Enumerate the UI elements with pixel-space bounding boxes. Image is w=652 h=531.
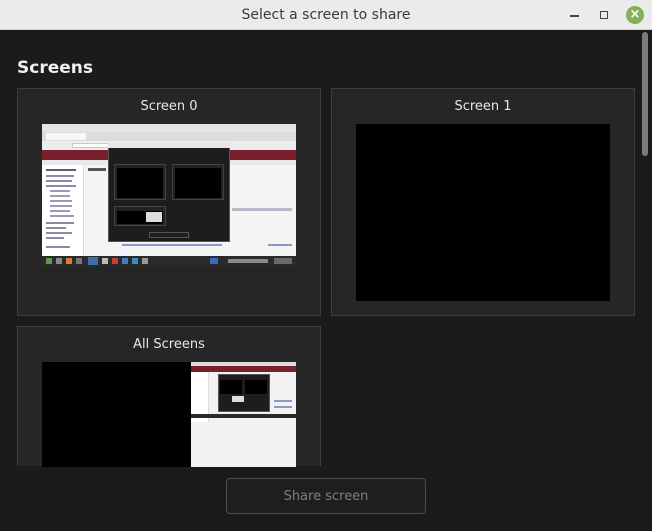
maximize-icon (600, 11, 608, 19)
titlebar: Select a screen to share × (0, 0, 652, 30)
screen-0-option[interactable]: Screen 0 (17, 88, 321, 316)
screen-1-thumbnail (356, 124, 610, 301)
section-heading: Screens (17, 58, 93, 78)
close-button[interactable]: × (624, 4, 646, 26)
share-screen-dialog: Select a screen to share × Screens Scree… (0, 0, 652, 531)
window-title: Select a screen to share (241, 7, 411, 23)
screen-0-thumbnail (42, 124, 296, 266)
dialog-content: Screens Screen 0 Screen 1 All Screens Sh… (0, 30, 652, 531)
all-screens-option[interactable]: All Screens (17, 326, 321, 467)
screen-0-label: Screen 0 (140, 99, 198, 114)
share-screen-button[interactable]: Share screen (226, 478, 426, 514)
scrollbar[interactable] (642, 32, 648, 156)
minimize-icon (569, 15, 579, 17)
maximize-button[interactable] (593, 4, 615, 26)
close-icon: × (626, 6, 644, 24)
screen-1-option[interactable]: Screen 1 (331, 88, 635, 316)
minimize-button[interactable] (563, 4, 585, 26)
all-screens-label: All Screens (133, 337, 205, 352)
screen-1-label: Screen 1 (454, 99, 512, 114)
all-screens-thumbnail (42, 362, 296, 467)
